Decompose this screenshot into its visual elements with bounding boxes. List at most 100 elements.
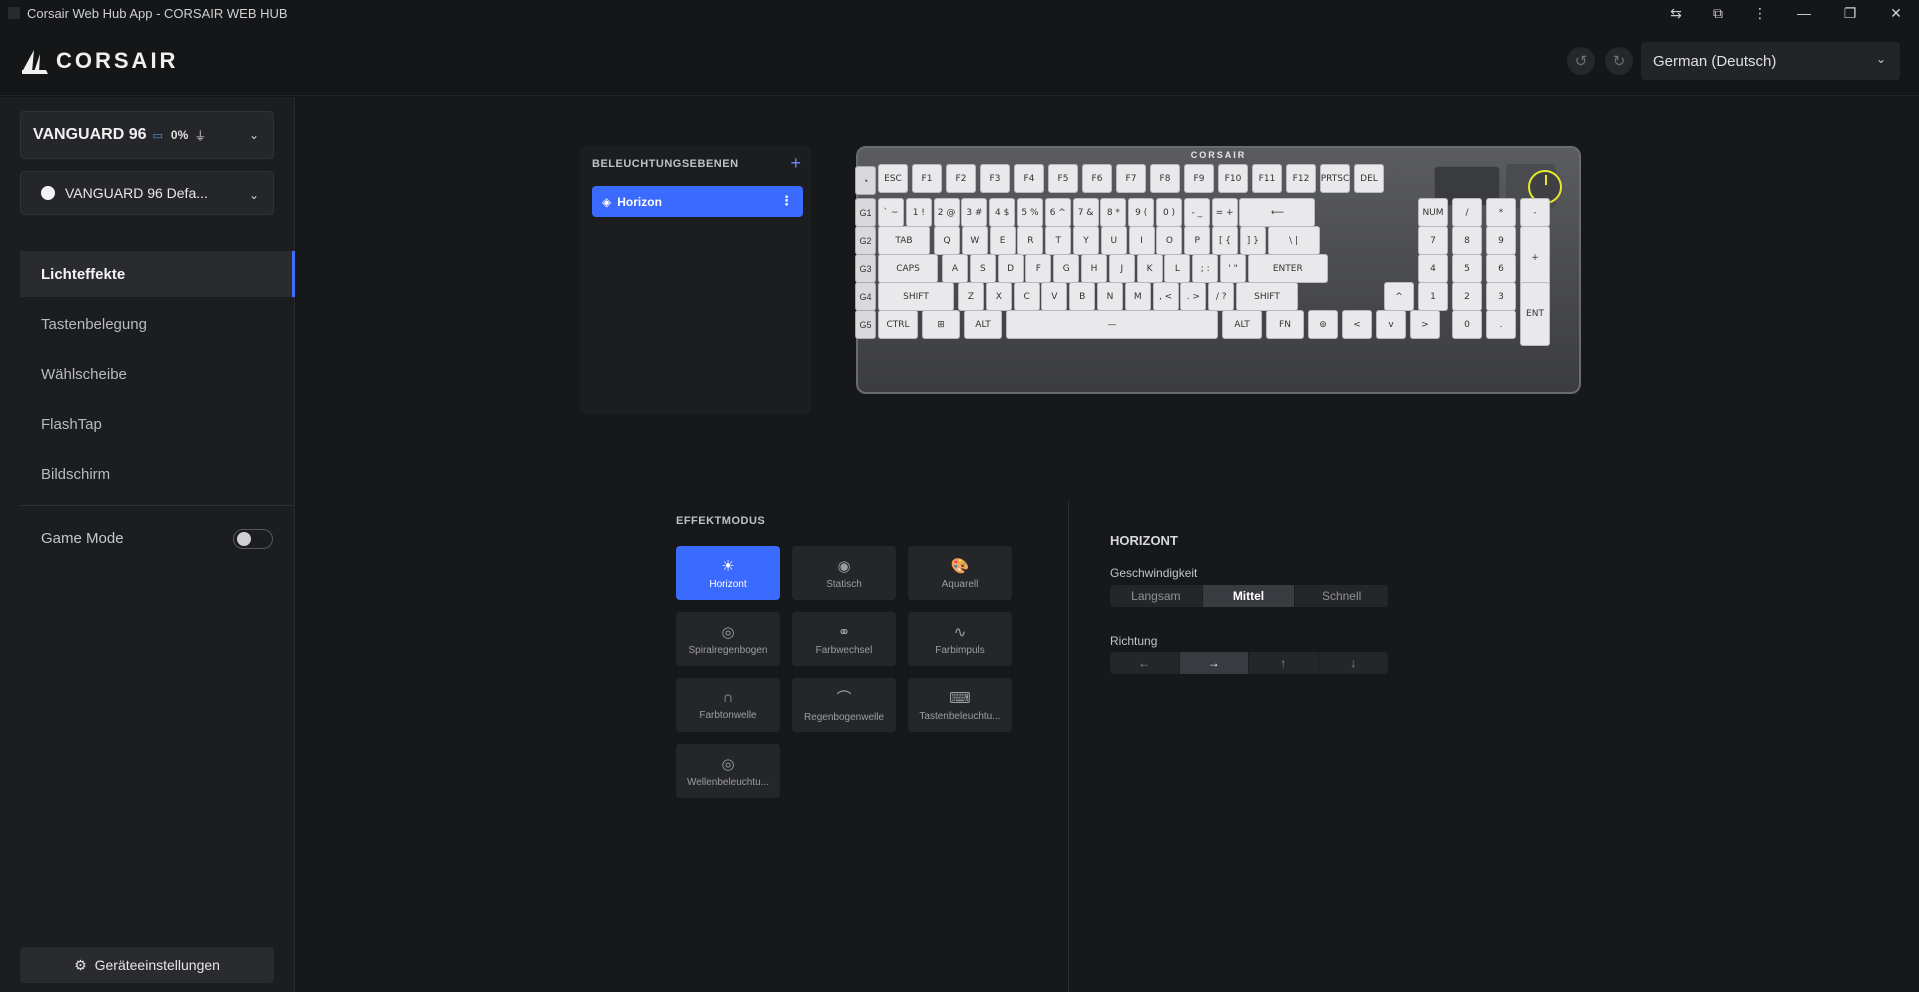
keyboard-key[interactable]: 9 ( (1128, 198, 1155, 227)
keyboard-key[interactable]: J (1108, 254, 1135, 283)
keyboard-key[interactable]: F7 (1116, 164, 1146, 193)
sidebar-item-lichteffekte[interactable]: Lichteffekte (20, 251, 295, 297)
keyboard-key[interactable]: / ? (1208, 282, 1235, 311)
keyboard-key[interactable]: Q (934, 226, 960, 255)
g-key[interactable]: G4 (855, 282, 876, 311)
keyboard-key[interactable]: F9 (1184, 164, 1214, 193)
keyboard-key[interactable]: . (1486, 310, 1516, 339)
keyboard-key[interactable]: S (969, 254, 996, 283)
keyboard-key[interactable]: 4 $ (989, 198, 1016, 227)
arrow-right-key[interactable]: > (1410, 310, 1440, 339)
close-icon[interactable]: ✕ (1873, 0, 1919, 26)
keyboard-key[interactable]: . > (1180, 282, 1207, 311)
keyboard-key[interactable]: - (1520, 198, 1550, 227)
keyboard-key[interactable]: R (1017, 226, 1044, 255)
keyboard-key[interactable]: Y (1073, 226, 1099, 255)
keyboard-key[interactable]: \ | (1267, 226, 1320, 255)
keyboard-key[interactable]: [ { (1212, 226, 1238, 255)
add-layer-button[interactable]: + (790, 153, 801, 174)
keyboard-key[interactable]: TAB (878, 226, 930, 255)
language-select[interactable]: German (Deutsch) ⌄ (1641, 42, 1900, 80)
corsair-key[interactable]: ⊚ (1308, 310, 1338, 339)
keyboard-key[interactable]: Z (958, 282, 984, 311)
keyboard-key[interactable]: 2 @ (933, 198, 960, 227)
keyboard-key[interactable]: B (1069, 282, 1096, 311)
keyboard-key[interactable]: , < (1152, 282, 1179, 311)
keyboard-key[interactable]: 6 (1486, 254, 1516, 283)
keyboard-key[interactable]: 3 (1486, 282, 1516, 311)
undo-button[interactable]: ↺ (1567, 47, 1595, 75)
keyboard-key[interactable]: 6 ^ (1044, 198, 1071, 227)
redo-button[interactable]: ↻ (1605, 47, 1633, 75)
keyboard-key[interactable]: ALT (964, 310, 1002, 339)
effect-wellenbeleuchtu[interactable]: ◎ Wellenbeleuchtu... (676, 744, 780, 798)
arrow-down-key[interactable]: v (1376, 310, 1406, 339)
keyboard-key[interactable]: 8 * (1100, 198, 1127, 227)
keyboard-key[interactable]: ENTER (1247, 254, 1328, 283)
keyboard-key[interactable]: 8 (1452, 226, 1482, 255)
restore-icon[interactable]: ❐ (1827, 0, 1873, 26)
direction-option[interactable]: ↑ (1249, 652, 1319, 674)
keyboard-key[interactable]: D (997, 254, 1024, 283)
keyboard-key[interactable]: G (1053, 254, 1080, 283)
keyboard-key[interactable]: SHIFT (878, 282, 954, 311)
direction-option[interactable]: → (1179, 652, 1249, 674)
keyboard-key[interactable]: O (1156, 226, 1183, 255)
keyboard-key[interactable]: F (1025, 254, 1052, 283)
keyboard-key[interactable]: - _ (1183, 198, 1210, 227)
keyboard-key[interactable]: F4 (1014, 164, 1044, 193)
keyboard-key[interactable]: N (1097, 282, 1123, 311)
sidebar-item-tastenbelegung[interactable]: Tastenbelegung (20, 301, 295, 347)
keyboard-key[interactable]: 0 ) (1156, 198, 1182, 227)
keyboard-key[interactable]: 0 (1452, 310, 1482, 339)
keyboard-key[interactable]: F2 (946, 164, 976, 193)
effect-farbwechsel[interactable]: ⚭ Farbwechsel (792, 612, 896, 666)
keyboard-key[interactable]: A (942, 254, 968, 283)
sidebar-item-bildschirm[interactable]: Bildschirm (20, 451, 295, 497)
effect-farbtonwelle[interactable]: ∩ Farbtonwelle (676, 678, 780, 732)
keyboard-key[interactable]: 4 (1418, 254, 1448, 283)
keyboard-key[interactable]: F5 (1048, 164, 1078, 193)
windows-key[interactable]: ⊞ (922, 310, 960, 339)
keyboard-key[interactable]: = + (1211, 198, 1238, 227)
keyboard-key[interactable]: P (1184, 226, 1211, 255)
keyboard-key[interactable]: 5 % (1017, 198, 1043, 227)
g-key[interactable]: G2 (855, 226, 876, 255)
minimize-icon[interactable]: — (1781, 0, 1827, 26)
layer-item[interactable]: ◈ Horizon ⋮ (592, 186, 803, 217)
keyboard-key[interactable]: / (1452, 198, 1482, 227)
game-mode-toggle[interactable] (233, 529, 273, 549)
keyboard-key[interactable]: ; : (1192, 254, 1219, 283)
speed-option[interactable]: Langsam (1110, 585, 1203, 607)
effect-horizont[interactable]: ☀ Horizont (676, 546, 780, 600)
gauge-icon[interactable]: ◔ (855, 166, 876, 195)
keyboard-key[interactable]: ' " (1220, 254, 1246, 283)
keyboard-key[interactable]: F8 (1150, 164, 1180, 193)
profile-selector[interactable]: VANGUARD 96 Defa... ⌄ (20, 171, 274, 215)
keyboard-key[interactable]: 2 (1452, 282, 1482, 311)
keyboard-key[interactable]: F1 (912, 164, 942, 193)
effect-tastenbeleuchtu[interactable]: ⌨ Tastenbeleuchtu... (908, 678, 1012, 732)
sidebar-item-waehlscheibe[interactable]: Wählscheibe (20, 351, 295, 397)
keyboard-key[interactable]: 5 (1452, 254, 1482, 283)
keyboard-key[interactable]: + (1520, 226, 1550, 290)
arrow-left-key[interactable]: < (1342, 310, 1372, 339)
keyboard-key[interactable]: I (1128, 226, 1155, 255)
keyboard-key[interactable]: F12 (1286, 164, 1316, 193)
keyboard-key[interactable]: 7 & (1072, 198, 1099, 227)
effect-aquarell[interactable]: 🎨 Aquarell (908, 546, 1012, 600)
keyboard-key[interactable]: H (1081, 254, 1107, 283)
effect-regenbogenwelle[interactable]: ⌒ Regenbogenwelle (792, 678, 896, 732)
keyboard-key[interactable]: CAPS (878, 254, 938, 283)
translate-icon[interactable]: ⇆ (1655, 0, 1697, 26)
direction-option[interactable]: ← (1110, 652, 1180, 674)
keyboard-key[interactable]: K (1136, 254, 1163, 283)
keyboard-key[interactable]: 7 (1418, 226, 1448, 255)
more-icon[interactable]: ⋮ (1739, 0, 1781, 26)
arrow-up-key[interactable]: ^ (1384, 282, 1414, 311)
keyboard-key[interactable]: E (989, 226, 1016, 255)
keyboard-key[interactable]: 1 (1418, 282, 1448, 311)
keyboard-key[interactable]: CTRL (878, 310, 918, 339)
keyboard-key[interactable]: 9 (1486, 226, 1516, 255)
keyboard-key[interactable]: SHIFT (1236, 282, 1298, 311)
